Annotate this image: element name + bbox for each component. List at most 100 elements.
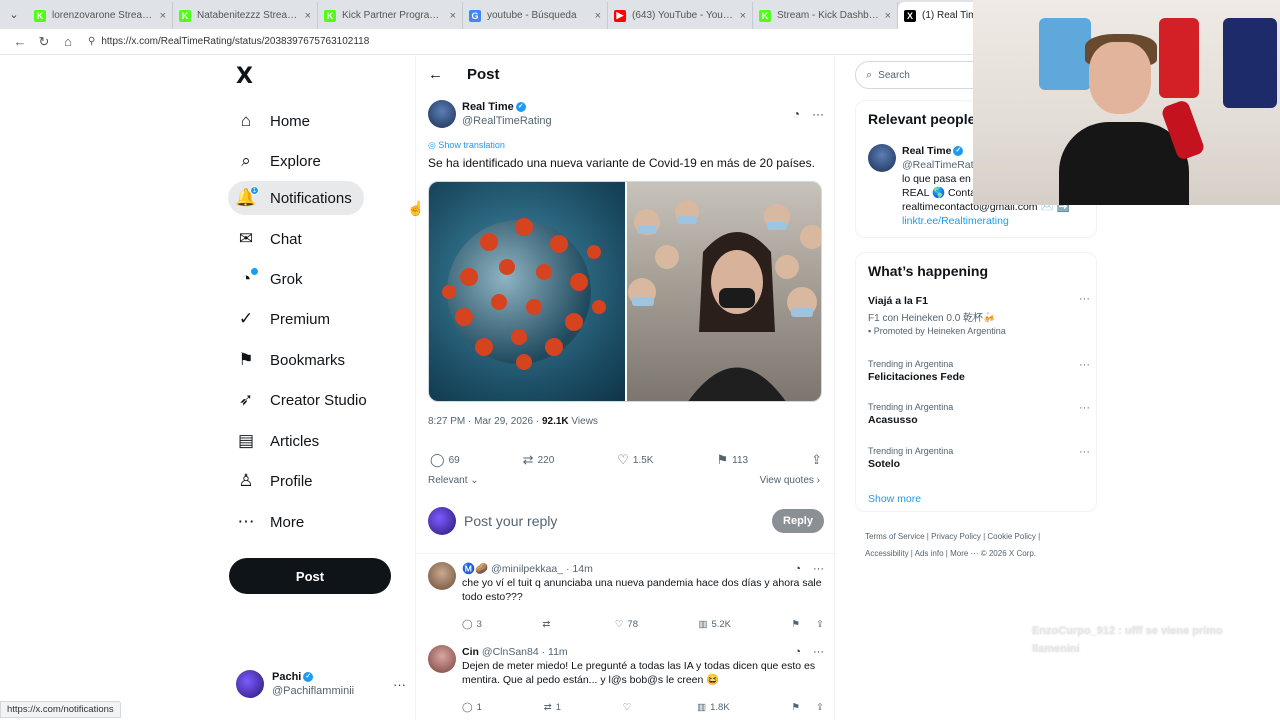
more-options-icon[interactable]: ··· — [812, 107, 824, 121]
author-name[interactable]: Real Time — [462, 101, 514, 113]
url-field[interactable]: ⚲ https://x.com/RealTimeRating/status/20… — [88, 32, 369, 52]
grok-icon[interactable]: ◔ — [794, 562, 801, 576]
more-options-icon[interactable]: ··· — [813, 562, 824, 576]
reply-action[interactable]: ◯ 1 — [462, 701, 482, 715]
tab-title: Natabenitezzz Stream - Wat — [197, 10, 301, 21]
nav-glyph: ♙ — [238, 471, 254, 490]
reply-action[interactable]: ◯ 3 — [462, 618, 482, 632]
virus-image[interactable] — [429, 182, 625, 401]
more-options-icon[interactable]: ··· — [1079, 293, 1090, 305]
bookmark-action[interactable]: ⚑ ⇪ — [791, 701, 824, 715]
avatar[interactable] — [428, 100, 456, 128]
more-options-icon[interactable]: ··· — [1079, 359, 1090, 371]
tab-favicon-icon: K — [179, 9, 191, 22]
x-logo-icon[interactable]: X — [236, 64, 253, 89]
close-tab-icon[interactable]: × — [595, 10, 601, 22]
more-options-icon[interactable]: ··· — [813, 645, 824, 659]
reply-text: Dejen de meter miedo! Le pregunté a toda… — [462, 660, 816, 686]
sidebar-item-grok[interactable]: ◔ Grok — [228, 262, 315, 296]
reply-input[interactable]: Post your reply — [464, 513, 557, 529]
reply-author-handle[interactable]: @minilpekkaa_ · 14m — [491, 562, 593, 576]
browser-tab[interactable]: K Stream - Kick Dashboard × — [753, 2, 898, 29]
repost-action[interactable]: ⇄ 1 — [544, 701, 561, 715]
bookmark-action[interactable]: ⚑ ⇪ — [791, 618, 824, 632]
avatar[interactable] — [868, 144, 896, 172]
reply-item[interactable]: Ⓜ️🥔 @minilpekkaa_ · 14m ◔ ··· che yo ví el t… — [428, 562, 824, 632]
sidebar-item-premium[interactable]: ✓ Premium — [228, 302, 342, 336]
post-media[interactable] — [428, 181, 822, 402]
show-translation-link[interactable]: ◎ Show translation — [428, 140, 505, 151]
tab-title: lorenzovarone Stream - Wat — [52, 10, 156, 21]
author-handle[interactable]: @RealTimeRating — [462, 114, 552, 128]
reload-icon[interactable]: ↻ — [32, 34, 56, 50]
sort-replies-dropdown[interactable]: Relevant ⌄ — [428, 475, 479, 486]
trend-item[interactable]: Trending in Argentina Sotelo ··· — [868, 446, 1090, 470]
close-tab-icon[interactable]: × — [305, 10, 311, 22]
reply-item[interactable]: Cin @ClnSan84 · 11m ◔ ··· Dejen de meter mie… — [428, 645, 824, 715]
browser-tab[interactable]: ▶ (643) YouTube - YouTube × — [608, 2, 753, 29]
sidebar-item-explore[interactable]: ⌕ Explore — [228, 144, 333, 178]
reply-author-name[interactable]: Cin — [462, 645, 479, 659]
reply-author-handle[interactable]: @ClnSan84 · 11m — [482, 645, 568, 659]
more-options-icon[interactable]: ··· — [1079, 446, 1090, 458]
share-icon[interactable]: ⇪ — [816, 701, 824, 715]
sidebar-item-bookmarks[interactable]: ⚑ Bookmarks — [228, 343, 357, 377]
browser-tab[interactable]: Klorenzovarone Stream - Wat × — [28, 2, 173, 29]
tab-favicon-icon: K — [324, 9, 336, 22]
grok-icon[interactable]: ◔ — [794, 645, 801, 659]
sidebar-item-articles[interactable]: ▤ Articles — [228, 424, 331, 458]
rp-name[interactable]: Real Time — [902, 145, 951, 157]
post-button[interactable]: Post — [229, 558, 391, 594]
account-switcher[interactable]: Pachi ✓ @Pachiflamminii ··· — [236, 670, 406, 698]
sidebar-item-chat[interactable]: ✉ Chat — [228, 222, 314, 256]
close-tab-icon[interactable]: × — [160, 10, 166, 22]
footer-line[interactable]: Accessibility | Ads info | More ··· © 20… — [865, 545, 1097, 562]
browser-tab[interactable]: K Kick Partner Program - Kick × — [318, 2, 463, 29]
browser-tab[interactable]: K Natabenitezzz Stream - Wat × — [173, 2, 318, 29]
footer-line[interactable]: Terms of Service | Privacy Policy | Cook… — [865, 528, 1097, 545]
back-arrow-icon[interactable]: ← — [8, 34, 32, 49]
reply-action[interactable]: ◯ 69 — [430, 452, 460, 468]
sidebar-item-home[interactable]: ⌂ Home — [228, 104, 322, 138]
avatar[interactable] — [428, 645, 456, 673]
share-icon[interactable]: ⇪ — [816, 618, 824, 632]
sidebar-item-more[interactable]: ⋯ More — [228, 505, 316, 539]
post-time[interactable]: 8:27 PM · Mar 29, 2026 · — [428, 416, 542, 427]
trend-item[interactable]: Viajá a la F1 F1 con Heineken 0.0 乾杯🍻 ▪ Pr… — [868, 293, 1090, 336]
repost-action[interactable]: ⇄ — [542, 618, 554, 632]
close-tab-icon[interactable]: × — [450, 10, 456, 22]
view-quotes-link[interactable]: View quotes › — [760, 475, 820, 486]
tab-list-chevron-icon[interactable]: ⌄ — [0, 0, 28, 29]
site-info-icon[interactable]: ⚲ — [88, 36, 95, 47]
avatar[interactable] — [428, 562, 456, 590]
trend-item[interactable]: Trending in Argentina Acasusso ··· — [868, 402, 1090, 426]
share-action[interactable]: ⇪ — [811, 452, 822, 468]
like-action[interactable]: ♡ — [623, 701, 636, 715]
bookmark-action[interactable]: ⚑ 113 — [716, 452, 748, 468]
sidebar-item-label: Profile — [270, 472, 313, 490]
reply-button[interactable]: Reply — [772, 509, 824, 533]
reply-author-name[interactable]: Ⓜ️🥔 — [462, 562, 488, 576]
views-action[interactable]: ▥ 5.2K — [698, 618, 731, 632]
more-options-icon[interactable]: ··· — [393, 677, 406, 692]
repost-action[interactable]: ⇄ 220 — [523, 452, 555, 468]
trend-item[interactable]: Trending in Argentina Felicitaciones Fede… — [868, 359, 1090, 383]
sidebar-item-creator-studio[interactable]: ➶ Creator Studio — [228, 383, 379, 417]
home-browser-icon[interactable]: ⌂ — [56, 34, 80, 49]
crowd-illustration — [628, 200, 821, 401]
like-action[interactable]: ♡ 1.5K — [617, 452, 653, 468]
crowd-with-masks-image[interactable] — [625, 182, 821, 401]
close-tab-icon[interactable]: × — [740, 10, 746, 22]
more-options-icon[interactable]: ··· — [1079, 402, 1090, 414]
views-action[interactable]: ▥ 1.8K — [697, 701, 730, 715]
sidebar-item-notifications[interactable]: 🔔 1 Notifications — [228, 181, 364, 215]
browser-tab[interactable]: Gyoutube - Búsqueda × — [463, 2, 608, 29]
like-action[interactable]: ♡ 78 — [615, 618, 638, 632]
sidebar-item-profile[interactable]: ♙ Profile — [228, 464, 325, 498]
back-arrow-icon[interactable]: ← — [428, 66, 443, 83]
grok-icon[interactable]: ◔ — [793, 107, 800, 121]
rp-link[interactable]: linktr.ee/Realtimerating — [902, 214, 1092, 228]
show-more-link[interactable]: Show more — [868, 493, 921, 505]
repost-count: 220 — [537, 454, 555, 466]
close-tab-icon[interactable]: × — [885, 10, 891, 22]
